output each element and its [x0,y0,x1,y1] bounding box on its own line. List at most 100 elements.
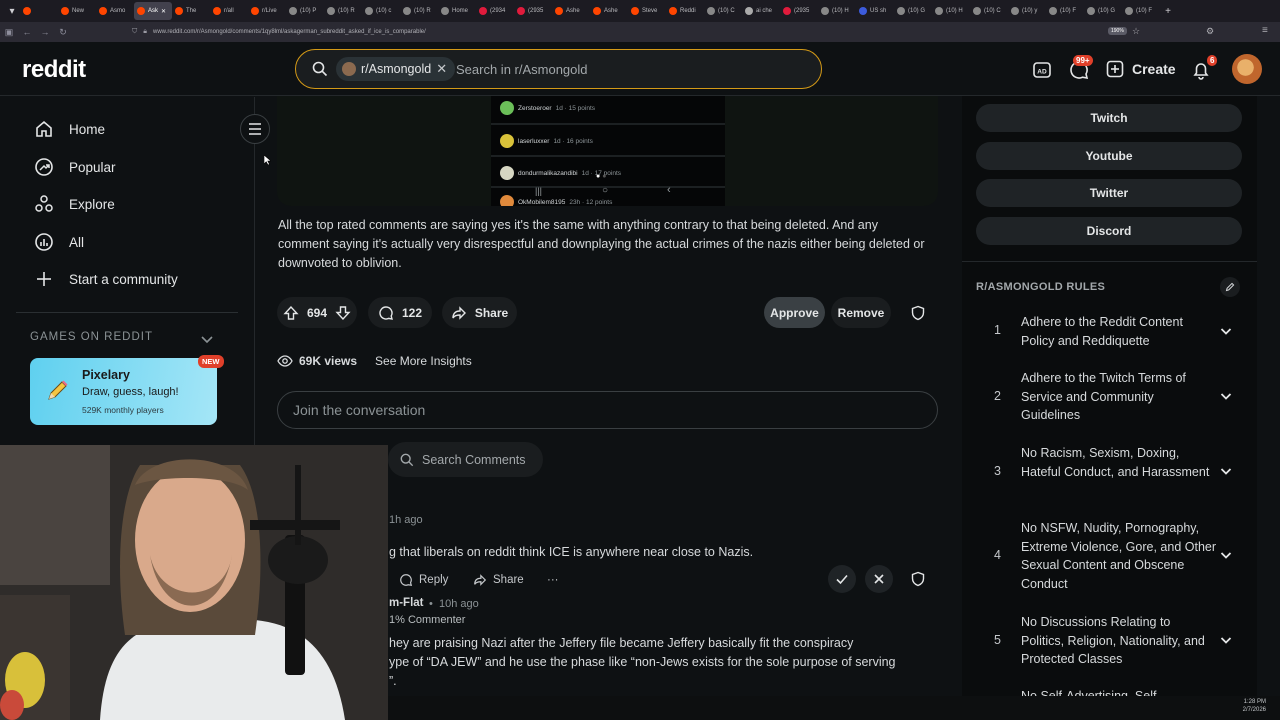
chevron-down-icon[interactable] [1219,633,1233,647]
share-button[interactable]: Share [442,297,517,328]
chevron-down-icon[interactable] [1219,389,1233,403]
browser-tab[interactable]: r/all [210,2,248,20]
nav-popular[interactable]: Popular [34,156,116,178]
browser-tab[interactable]: Reddi [666,2,704,20]
downvote-icon[interactable] [335,305,351,321]
rules-title: R/ASMONGOLD RULES [976,281,1106,293]
comment-author[interactable]: m-Flat [389,597,424,609]
browser-tab[interactable]: (10) c [362,2,400,20]
back-icon[interactable]: ← [18,27,36,37]
post-image[interactable]: Zerstoeroer 1d · 15 points laserluxxer 1d … [277,96,938,206]
chevron-down-icon[interactable] [200,332,214,346]
browser-tab[interactable]: (10) H [932,2,970,20]
browser-tab[interactable]: (10) R [324,2,362,20]
extensions-icon[interactable]: ⚙ [1206,26,1214,37]
subreddit-filter-chip[interactable]: r/Asmongold ✕ [336,57,456,81]
browser-tab[interactable] [20,2,58,20]
new-tab-icon[interactable]: + [1160,6,1176,17]
twitter-link-button[interactable]: Twitter [976,179,1242,207]
browser-tab[interactable]: Ashe [552,2,590,20]
collapse-sidebar-button[interactable] [240,114,270,144]
browser-tab[interactable]: Ask ✕ [134,2,172,20]
comments-button[interactable]: 122 [368,297,432,328]
rule-item[interactable]: 1 Adhere to the Reddit Content Policy an… [976,313,1246,351]
browser-tab[interactable]: (10) P [286,2,324,20]
browser-tab[interactable]: (10) F [1046,2,1084,20]
remove-button[interactable]: Remove [831,297,891,328]
browser-tab[interactable]: US sh [856,2,894,20]
rule-item[interactable]: 5 No Discussions Relating to Politics, R… [976,613,1246,670]
tab-list-icon[interactable]: ▾ [4,6,20,17]
browser-tab[interactable]: (10) H [818,2,856,20]
create-button[interactable]: Create [1106,57,1176,81]
browser-tab[interactable]: (2935 [780,2,818,20]
menu-icon[interactable]: ≡ [1262,25,1268,36]
remove-comment-button[interactable] [865,565,893,593]
nav-explore[interactable]: Explore [34,193,115,215]
search-comments-button[interactable]: Search Comments [388,442,543,477]
rule-item[interactable]: 3 No Racism, Sexism, Doxing, Hateful Con… [976,444,1246,501]
edit-rules-button[interactable] [1220,277,1240,297]
browser-tab[interactable]: Steve [628,2,666,20]
chevron-down-icon[interactable] [1219,464,1233,478]
browser-tab[interactable]: (10) G [894,2,932,20]
remove-filter-icon[interactable]: ✕ [436,61,447,77]
browser-tab[interactable]: ai che [742,2,780,20]
reply-button[interactable]: Reply [399,571,448,588]
browser-tab[interactable]: Asmo [96,2,134,20]
system-clock[interactable]: 1:28 PM 2/7/2026 [1243,698,1266,714]
url-text[interactable]: www.reddit.com/r/Asmongold/comments/1qy8… [153,29,426,35]
see-more-insights-link[interactable]: See More Insights [375,354,472,368]
nav-home[interactable]: Home [34,118,105,140]
browser-tab[interactable]: (10) C [704,2,742,20]
browser-tab[interactable]: Home [438,2,476,20]
rule-item[interactable]: No Self-Advertising, Self- [976,687,1246,696]
address-bar[interactable]: ⛉ 🔒︎ www.reddit.com/r/Asmongold/comments… [132,25,1152,39]
search-input[interactable] [456,58,796,80]
youtube-link-button[interactable]: Youtube [976,142,1242,170]
browser-tab[interactable]: Ashe [590,2,628,20]
tab-favicon-icon [707,7,715,15]
nav-start-community[interactable]: Start a community [34,268,178,290]
reload-icon[interactable]: ↻ [54,27,72,38]
search-bar[interactable]: r/Asmongold ✕ [295,49,822,89]
rule-item[interactable]: 4 No NSFW, Nudity, Pornography, Extreme … [976,519,1246,595]
mod-shield-icon[interactable] [910,305,926,321]
comment-more-button[interactable]: ··· [547,571,559,588]
comment-share-button[interactable]: Share [473,571,524,588]
twitch-link-button[interactable]: Twitch [976,104,1242,132]
bookmark-star-icon[interactable]: ☆ [1132,26,1140,37]
user-avatar[interactable] [1232,54,1262,84]
join-conversation-input[interactable]: Join the conversation [277,391,938,429]
chevron-down-icon[interactable] [1219,324,1233,338]
sidebar-toggle-icon[interactable]: ▣ [0,27,18,38]
game-card-pixelary[interactable]: Pixelary Draw, guess, laugh! 529K monthl… [30,355,224,425]
games-section-header[interactable]: GAMES ON REDDIT [30,331,153,343]
close-tab-icon[interactable]: ✕ [161,8,166,15]
shield-icon[interactable]: ⛉ [132,28,137,36]
browser-tab[interactable]: (10) y [1008,2,1046,20]
browser-tab[interactable]: The [172,2,210,20]
browser-tab[interactable]: (10) G [1084,2,1122,20]
browser-tab[interactable]: New [58,2,96,20]
browser-tab[interactable]: r/Live [248,2,286,20]
browser-tab[interactable]: (10) F [1122,2,1160,20]
nav-all[interactable]: All [34,231,84,253]
chevron-down-icon[interactable] [1219,548,1233,562]
rule-item[interactable]: 2 Adhere to the Twitch Terms of Service … [976,369,1246,426]
forward-icon[interactable]: → [36,27,54,37]
browser-tab[interactable]: (10) R [400,2,438,20]
discord-link-button[interactable]: Discord [976,217,1242,245]
mod-shield-icon[interactable] [910,571,926,587]
reddit-logo[interactable]: reddit [22,56,86,84]
approve-button[interactable]: Approve [764,297,825,328]
lock-icon[interactable]: 🔒︎ [143,28,147,36]
upvote-icon[interactable] [283,305,299,321]
browser-tab[interactable]: (2934 [476,2,514,20]
ads-icon[interactable]: AD [1031,59,1053,81]
tab-favicon-icon [935,7,943,15]
browser-tab[interactable]: (10) C [970,2,1008,20]
approve-comment-button[interactable] [828,565,856,593]
zoom-level-badge[interactable]: 190% [1108,27,1127,35]
browser-tab[interactable]: (2935 [514,2,552,20]
